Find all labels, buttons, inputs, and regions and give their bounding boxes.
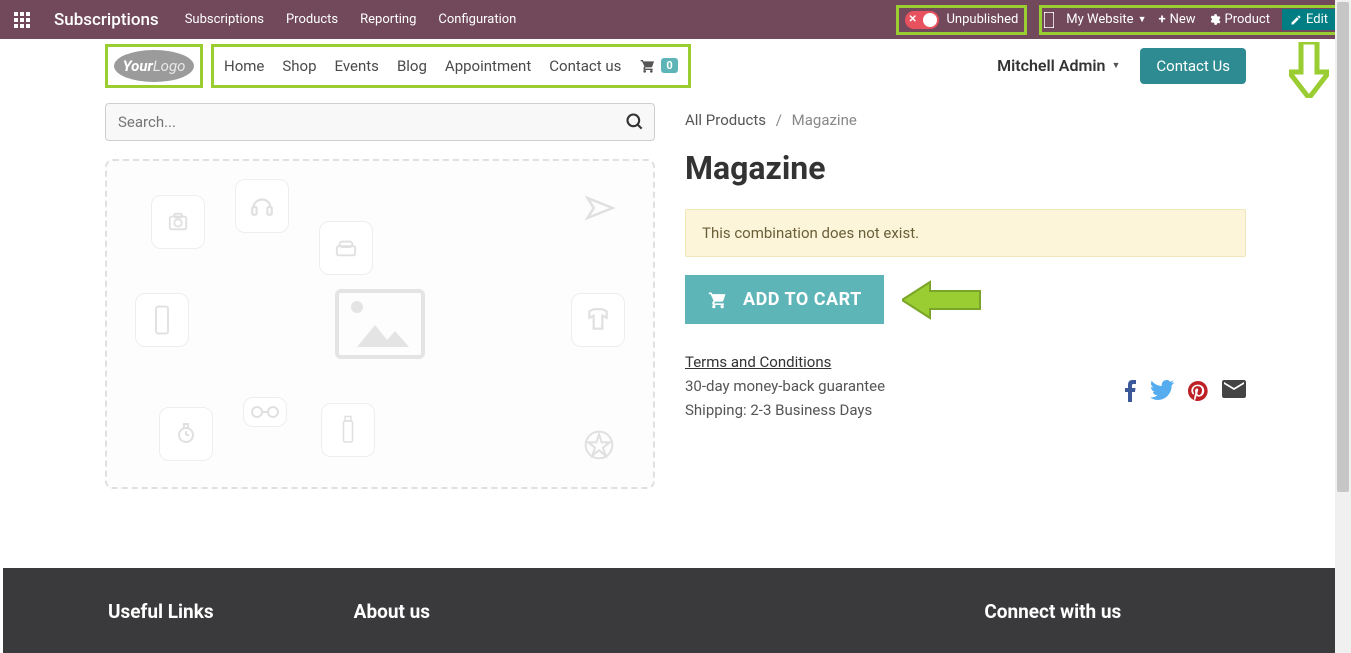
breadcrumb-root[interactable]: All Products [685, 111, 766, 129]
contact-us-button[interactable]: Contact Us [1140, 48, 1246, 84]
logo-logo: Logo [153, 57, 186, 75]
website-switcher[interactable]: My Website ▼ [1066, 12, 1146, 27]
gear-icon [1208, 13, 1221, 26]
image-placeholder-icon [335, 289, 425, 359]
user-menu[interactable]: Mitchell Admin ▼ [997, 56, 1120, 75]
footer-useful-links[interactable]: Useful Links [108, 600, 354, 623]
nav-shop[interactable]: Shop [282, 57, 316, 75]
search-wrap [105, 103, 655, 141]
chevron-down-icon: ▼ [1111, 60, 1120, 71]
website-header: YourLogo Home Shop Events Blog Appointme… [0, 39, 1351, 93]
nav-events[interactable]: Events [335, 57, 379, 75]
breadcrumb-current: Magazine [792, 111, 857, 129]
website-tools: My Website ▼ + New Product Edit [1039, 5, 1345, 35]
product-placeholder-image [105, 159, 655, 489]
nav-highlight-box: Home Shop Events Blog Appointment Contac… [211, 44, 691, 88]
vertical-scrollbar[interactable] [1335, 0, 1351, 653]
admin-topbar: Subscriptions Subscriptions Products Rep… [0, 0, 1351, 39]
topmenu-products[interactable]: Products [286, 12, 338, 27]
user-name: Mitchell Admin [997, 56, 1105, 75]
chevron-down-icon: ▼ [1138, 14, 1147, 25]
product-label: Product [1225, 12, 1270, 27]
close-icon: ✕ [909, 14, 917, 25]
pinterest-share-icon[interactable] [1188, 380, 1208, 402]
terms-link[interactable]: Terms and Conditions [685, 350, 1246, 374]
product-image-column [105, 103, 655, 489]
email-share-icon[interactable] [1222, 380, 1246, 402]
breadcrumb-separator: / [776, 111, 782, 129]
search-icon[interactable] [625, 112, 645, 132]
add-to-cart-button[interactable]: ADD TO CART [685, 275, 884, 324]
scrollbar-thumb[interactable] [1337, 2, 1349, 492]
publish-label[interactable]: Unpublished [947, 12, 1019, 27]
plus-icon: + [1159, 12, 1166, 27]
new-label: New [1170, 12, 1196, 27]
cart-icon [707, 290, 729, 310]
footer-about-us[interactable]: About us [354, 600, 600, 623]
website-label: My Website [1066, 12, 1133, 27]
nav-contact[interactable]: Contact us [549, 57, 621, 75]
apps-grid-icon [14, 12, 30, 28]
apps-menu-button[interactable] [8, 6, 36, 34]
pencil-icon [1290, 14, 1302, 26]
site-logo[interactable]: YourLogo [114, 50, 194, 82]
footer-connect[interactable]: Connect with us [984, 600, 1230, 623]
annotation-arrow-down [1289, 42, 1329, 98]
twitter-share-icon[interactable] [1150, 380, 1174, 402]
breadcrumb: All Products / Magazine [685, 111, 1246, 129]
footer: Useful Links About us Connect with us [3, 568, 1335, 653]
nav-home[interactable]: Home [224, 57, 264, 75]
topmenu-subscriptions[interactable]: Subscriptions [185, 12, 264, 27]
logo-your: Your [123, 57, 153, 75]
cart-link[interactable]: 0 [639, 58, 677, 74]
mobile-preview-icon[interactable] [1044, 12, 1054, 28]
logo-highlight-box: YourLogo [105, 44, 203, 88]
search-input[interactable] [105, 103, 655, 141]
top-menu: Subscriptions Products Reporting Configu… [185, 12, 517, 27]
add-to-cart-label: ADD TO CART [743, 289, 862, 310]
topmenu-configuration[interactable]: Configuration [438, 12, 516, 27]
nav-appointment[interactable]: Appointment [445, 57, 531, 75]
combination-warning: This combination does not exist. [685, 209, 1246, 257]
publish-status-group: ✕ Unpublished [896, 5, 1028, 35]
product-title: Magazine [685, 149, 1246, 187]
edit-button[interactable]: Edit [1282, 9, 1336, 30]
cart-count-badge: 0 [661, 58, 677, 73]
product-details-column: All Products / Magazine Magazine This co… [685, 103, 1246, 489]
annotation-arrow-left [902, 278, 982, 322]
main-content: All Products / Magazine Magazine This co… [0, 93, 1351, 489]
facebook-share-icon[interactable] [1124, 380, 1136, 402]
nav-blog[interactable]: Blog [397, 57, 427, 75]
publish-toggle[interactable]: ✕ [905, 11, 939, 29]
cart-icon [639, 58, 657, 74]
app-title[interactable]: Subscriptions [54, 10, 159, 30]
edit-label: Edit [1306, 12, 1328, 27]
product-settings-button[interactable]: Product [1208, 12, 1270, 27]
topmenu-reporting[interactable]: Reporting [360, 12, 416, 27]
new-page-button[interactable]: + New [1159, 12, 1196, 27]
